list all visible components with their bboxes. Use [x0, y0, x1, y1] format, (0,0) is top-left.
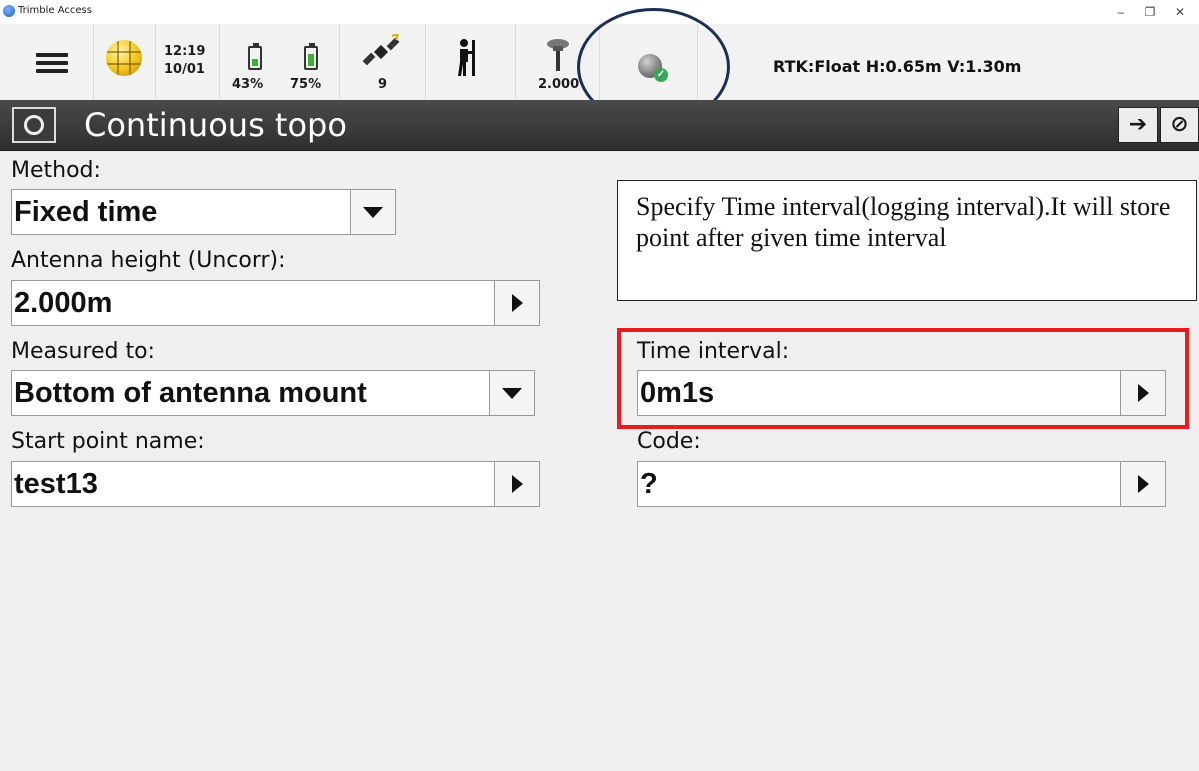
- trimble-app-icon: [3, 5, 15, 17]
- start-point-label: Start point name:: [11, 429, 205, 454]
- measured-to-dropdown[interactable]: Bottom of antenna mount: [11, 370, 535, 416]
- enter-button[interactable]: ➔: [1118, 107, 1158, 143]
- clock-date: 10/01: [164, 62, 205, 77]
- arrow-right-icon: ➔: [1128, 112, 1148, 137]
- satellite-icon: [362, 34, 400, 66]
- code-field[interactable]: ?: [637, 461, 1166, 507]
- page-header: Continuous topo ➔ ⊘: [0, 100, 1199, 151]
- start-point-value: test13: [14, 468, 98, 500]
- antenna-icon: [547, 39, 569, 71]
- code-value: ?: [640, 468, 658, 500]
- time-interval-value: 0m1s: [640, 377, 715, 409]
- check-icon: ✓: [654, 68, 668, 82]
- globe-icon: [106, 40, 142, 76]
- antenna-height-field[interactable]: 2.000m: [11, 280, 540, 326]
- edit-icon: ⊘: [1170, 112, 1189, 137]
- restore-button[interactable]: ❐: [1135, 4, 1165, 20]
- page-title: Continuous topo: [84, 106, 347, 144]
- arrow-right-icon: [1137, 384, 1149, 402]
- time-interval-field[interactable]: 0m1s: [637, 370, 1166, 416]
- battery-cell[interactable]: 43% 75%: [220, 24, 340, 100]
- close-button[interactable]: ✕: [1165, 4, 1195, 20]
- code-button[interactable]: [1120, 461, 1166, 507]
- battery-icon: [248, 43, 262, 70]
- edit-button[interactable]: ⊘: [1160, 107, 1199, 143]
- chevron-down-icon: [363, 206, 383, 218]
- code-label: Code:: [637, 429, 701, 454]
- battery-fill: [308, 54, 314, 66]
- method-value: Fixed time: [14, 196, 158, 228]
- survey-style-cell[interactable]: [426, 24, 516, 100]
- battery-1-percent: 43%: [232, 77, 264, 92]
- battery-icon: [304, 43, 318, 70]
- antenna-height-field-value: 2.000m: [14, 287, 113, 319]
- window-title-bar: Trimble Access – ❐ ✕: [0, 0, 1199, 24]
- clock-cell[interactable]: 12:19 10/01: [156, 24, 220, 100]
- antenna-height-label: Antenna height (Uncorr):: [11, 248, 286, 273]
- menu-button[interactable]: [0, 24, 94, 100]
- measured-to-value: Bottom of antenna mount: [14, 377, 367, 409]
- measured-to-label: Measured to:: [11, 339, 155, 364]
- hamburger-icon-line: [36, 61, 68, 65]
- start-point-field[interactable]: test13: [11, 461, 540, 507]
- arrow-right-icon: [511, 475, 523, 493]
- start-point-button[interactable]: [494, 461, 540, 507]
- antenna-height-value: 2.000: [538, 77, 580, 92]
- annotation-callout: Specify Time interval(logging interval).…: [617, 180, 1197, 301]
- job-globe-button[interactable]: [94, 24, 156, 100]
- battery-fill: [252, 59, 258, 66]
- method-label: Method:: [11, 158, 101, 183]
- measured-to-dropdown-button[interactable]: [489, 370, 535, 416]
- hamburger-icon-line: [36, 53, 68, 57]
- chevron-down-icon: [502, 387, 522, 399]
- time-interval-label: Time interval:: [637, 339, 790, 364]
- arrow-right-icon: [1137, 475, 1149, 493]
- arrow-right-icon: [511, 294, 523, 312]
- time-interval-button[interactable]: [1120, 370, 1166, 416]
- antenna-cell[interactable]: 2.000: [516, 24, 600, 100]
- minimize-button[interactable]: –: [1106, 4, 1136, 20]
- satellite-count: 9: [378, 77, 388, 92]
- status-bar: 12:19 10/01 43% 75% 9 2.000 ✓ RTK:Float …: [0, 24, 1199, 125]
- hamburger-icon-line: [36, 69, 68, 73]
- antenna-height-button[interactable]: [494, 280, 540, 326]
- window-title: Trimble Access: [18, 5, 92, 16]
- clock-time: 12:19: [164, 44, 206, 59]
- survey-icon[interactable]: [12, 107, 56, 143]
- battery-2-percent: 75%: [290, 77, 322, 92]
- method-dropdown-button[interactable]: [350, 189, 396, 235]
- surveyor-icon: [458, 39, 475, 76]
- satellites-cell[interactable]: 9: [340, 24, 426, 100]
- rtk-status[interactable]: RTK:Float H:0.65m V:1.30m: [773, 57, 1021, 76]
- method-dropdown[interactable]: Fixed time: [11, 189, 396, 235]
